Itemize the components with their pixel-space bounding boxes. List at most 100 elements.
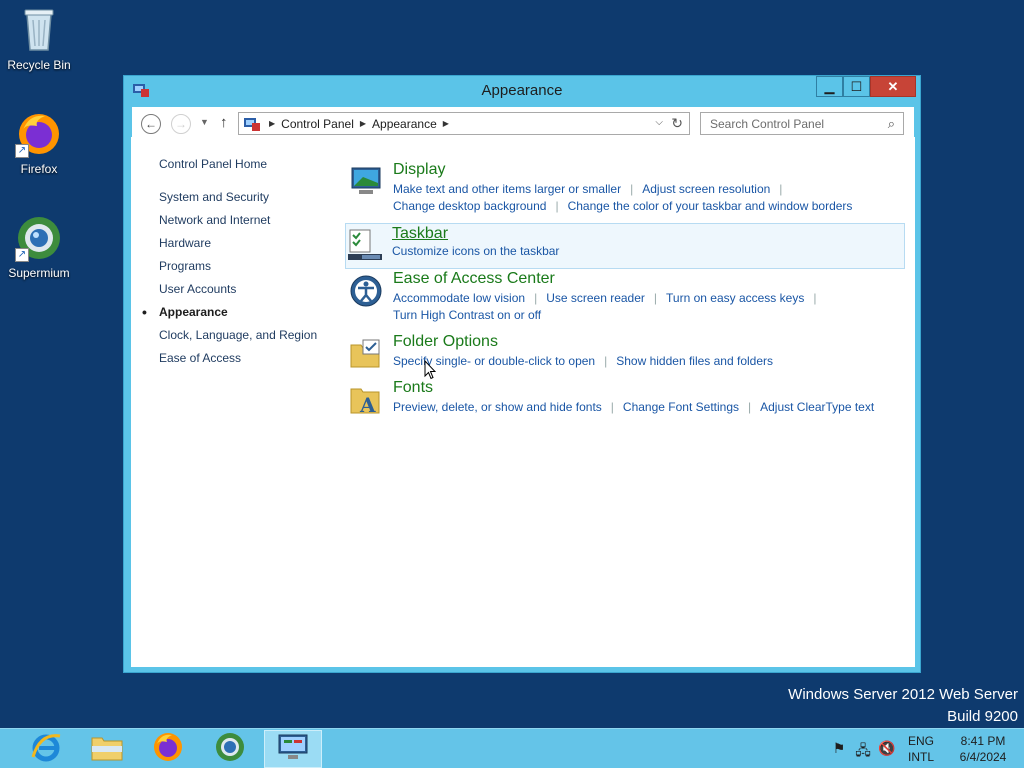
link-low-vision[interactable]: Accommodate low vision [393, 291, 525, 305]
nav-programs[interactable]: Programs [159, 259, 317, 282]
address-bar: ← → ▼ ↑ ▶ Control Panel ▶ Appearance ▶ ⌵… [132, 107, 914, 137]
up-arrow-icon[interactable]: ↑ [220, 114, 228, 131]
shortcut-arrow-icon: ↗ [15, 248, 29, 262]
volume-muted-icon[interactable]: 🔇 [878, 740, 896, 758]
watermark-edition: Windows Server 2012 Web Server [788, 686, 1018, 703]
fonts-icon: A [349, 383, 383, 417]
folder-links-row1: Specify single- or double-click to open |… [393, 354, 774, 368]
appearance-window: Appearance ▁ ☐ ✕ ← → ▼ ↑ ▶ Control Panel… [123, 75, 921, 673]
section-display: Display Make text and other items larger… [346, 161, 906, 217]
search-icon[interactable]: ⌕ [888, 116, 895, 132]
fonts-links-row1: Preview, delete, or show and hide fonts |… [393, 400, 875, 414]
link-font-settings[interactable]: Change Font Settings [623, 400, 739, 414]
link-preview-fonts[interactable]: Preview, delete, or show and hide fonts [393, 400, 602, 414]
desktop-recycle-bin[interactable]: Recycle Bin [0, 6, 78, 72]
link-easy-access-keys[interactable]: Turn on easy access keys [666, 291, 804, 305]
maximize-button[interactable]: ☐ [843, 76, 870, 97]
recycle-bin-icon [15, 6, 63, 54]
breadcrumb-separator-icon[interactable]: ▶ [443, 119, 449, 128]
link-taskbar-color[interactable]: Change the color of your taskbar and win… [568, 199, 853, 213]
taskbar-firefox[interactable] [139, 730, 197, 768]
nav-clock-language-region[interactable]: Clock, Language, and Region [159, 328, 317, 351]
link-cleartype[interactable]: Adjust ClearType text [760, 400, 874, 414]
nav-system-and-security[interactable]: System and Security [159, 190, 317, 213]
forward-arrow-icon[interactable]: → [171, 114, 191, 134]
nav-ease-of-access[interactable]: Ease of Access [159, 351, 317, 374]
taskbar-control-panel[interactable] [264, 730, 322, 768]
desktop-firefox[interactable]: ↗ Firefox [0, 110, 78, 176]
folder-options-icon [349, 337, 383, 371]
back-arrow-icon[interactable]: ← [141, 114, 161, 134]
search-input[interactable]: Search Control Panel ⌕ [700, 112, 904, 135]
watermark-build: Build 9200 [947, 708, 1018, 725]
control-panel-icon [243, 117, 261, 131]
network-icon[interactable]: 🖧 [854, 740, 872, 758]
main-content: Control Panel Home System and Security N… [131, 137, 915, 667]
section-fonts: A Fonts Preview, delete, or show and hid… [346, 379, 906, 419]
taskbar: ⚑ 🖧 🔇 ENG INTL 8:41 PM 6/4/2024 [0, 728, 1024, 768]
breadcrumb[interactable]: ▶ Control Panel ▶ Appearance ▶ ⌵ ↻ [238, 112, 690, 135]
supermium-icon [214, 731, 246, 768]
link-text-size[interactable]: Make text and other items larger or smal… [393, 182, 621, 196]
desktop-supermium[interactable]: ↗ Supermium [0, 214, 78, 280]
ease-of-access-icon [349, 274, 383, 308]
breadcrumb-appearance[interactable]: Appearance [372, 117, 437, 131]
link-screen-resolution[interactable]: Adjust screen resolution [642, 182, 770, 196]
folder-options-heading[interactable]: Folder Options [393, 333, 498, 351]
display-links-row1: Make text and other items larger or smal… [393, 182, 783, 196]
taskbar-supermium[interactable] [201, 730, 259, 768]
breadcrumb-separator-icon[interactable]: ▶ [269, 119, 275, 128]
nav-control-panel-home[interactable]: Control Panel Home [159, 157, 317, 180]
link-high-contrast[interactable]: Turn High Contrast on or off [393, 308, 541, 322]
os-watermark: Windows Server 2012 Web Server Build 920… [788, 684, 1018, 728]
supermium-icon: ↗ [15, 214, 63, 262]
keyboard-layout: INTL [908, 750, 935, 764]
clock-date: 6/4/2024 [959, 750, 1007, 764]
input-language[interactable]: ENG INTL [908, 733, 948, 765]
taskbar-internet-explorer[interactable] [17, 730, 75, 768]
clock-time: 8:41 PM [960, 734, 1006, 748]
left-navigation: Control Panel Home System and Security N… [142, 157, 317, 374]
section-ease-of-access: Ease of Access Center Accommodate low vi… [346, 270, 906, 326]
clock[interactable]: 8:41 PM 6/4/2024 [950, 733, 1016, 765]
shortcut-arrow-icon: ↗ [15, 144, 29, 158]
firefox-label: Firefox [20, 162, 58, 176]
firefox-icon [152, 731, 184, 768]
taskbar-links-row1: Customize icons on the taskbar [392, 244, 559, 258]
breadcrumb-control-panel[interactable]: Control Panel [281, 117, 354, 131]
firefox-icon: ↗ [15, 110, 63, 158]
file-explorer-icon [90, 732, 124, 767]
close-button[interactable]: ✕ [870, 76, 916, 97]
nav-user-accounts[interactable]: User Accounts [159, 282, 317, 305]
svg-text:A: A [359, 393, 376, 417]
taskbar-file-explorer[interactable] [78, 730, 136, 768]
mouse-cursor-icon [424, 359, 437, 380]
supermium-label: Supermium [8, 266, 70, 280]
display-heading[interactable]: Display [393, 161, 445, 179]
display-links-row2: Change desktop background | Change the col… [393, 199, 853, 213]
refresh-icon[interactable]: ↻ [671, 115, 683, 132]
ease-links-row2: Turn High Contrast on or off [393, 308, 541, 322]
minimize-button[interactable]: ▁ [816, 76, 843, 97]
display-icon [349, 165, 383, 199]
nav-network-and-internet[interactable]: Network and Internet [159, 213, 317, 236]
search-placeholder: Search Control Panel [710, 117, 825, 131]
link-screen-reader[interactable]: Use screen reader [546, 291, 645, 305]
fonts-heading[interactable]: Fonts [393, 379, 433, 397]
window-titlebar[interactable]: Appearance ▁ ☐ ✕ [124, 76, 920, 106]
taskbar-heading[interactable]: Taskbar [392, 225, 448, 243]
taskbar-icon [348, 228, 382, 262]
nav-appearance[interactable]: Appearance [142, 304, 317, 328]
ease-of-access-heading[interactable]: Ease of Access Center [393, 270, 555, 288]
language-code: ENG [908, 734, 935, 748]
nav-hardware[interactable]: Hardware [159, 236, 317, 259]
link-hidden-files[interactable]: Show hidden files and folders [616, 354, 773, 368]
action-center-flag-icon[interactable]: ⚑ [830, 740, 848, 758]
ease-links-row1: Accommodate low vision | Use screen reader… [393, 291, 817, 305]
address-dropdown-chevron-icon[interactable]: ⌵ [655, 117, 663, 128]
recent-pages-chevron-icon[interactable]: ▼ [200, 117, 209, 127]
link-customize-icons[interactable]: Customize icons on the taskbar [392, 244, 559, 258]
section-taskbar[interactable]: Taskbar Customize icons on the taskbar [345, 223, 905, 269]
link-desktop-background[interactable]: Change desktop background [393, 199, 546, 213]
breadcrumb-separator-icon[interactable]: ▶ [360, 119, 366, 128]
